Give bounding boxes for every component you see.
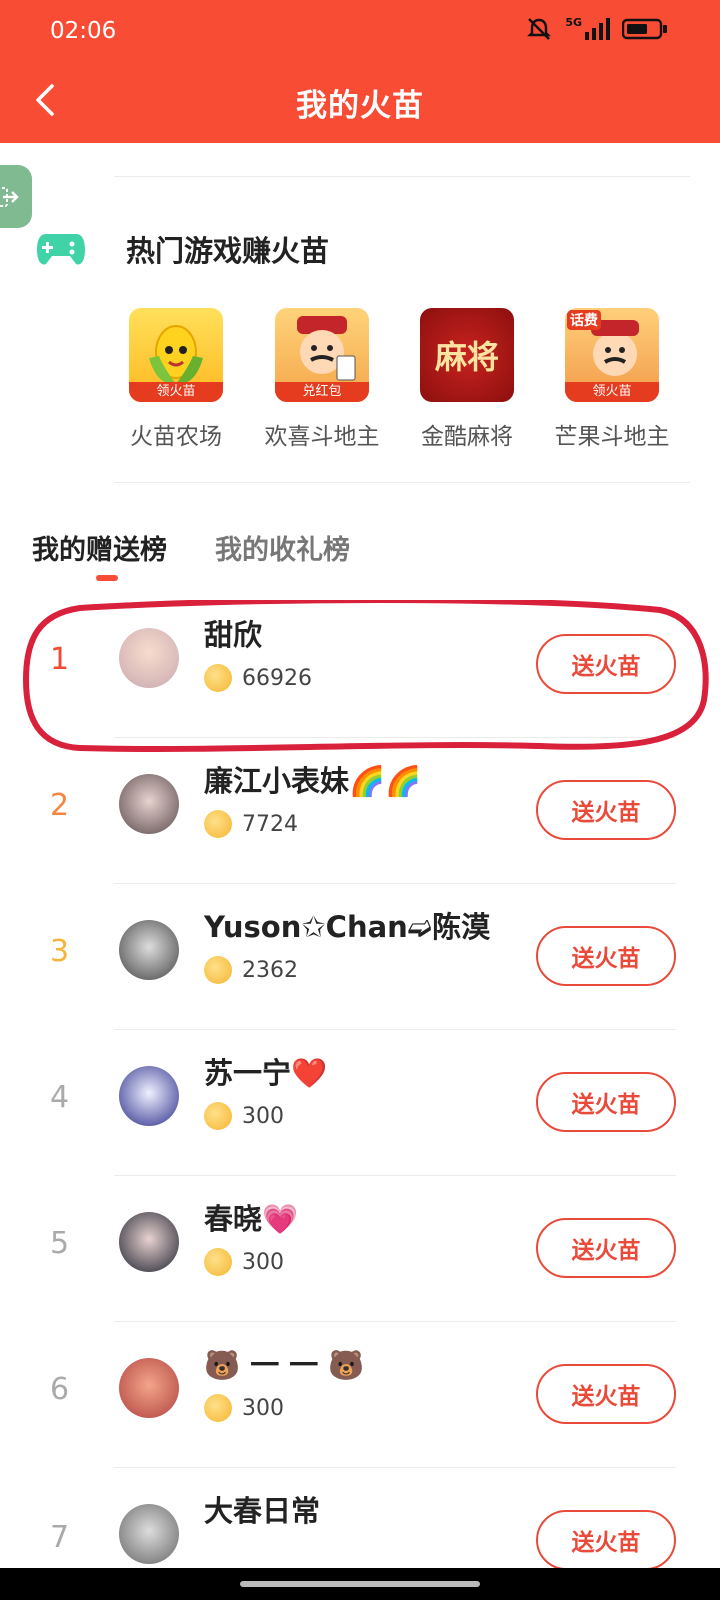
user-name: 春晓💗 xyxy=(204,1202,299,1236)
fire-amount: 300 xyxy=(204,1102,284,1130)
list-item[interactable]: 5 春晓💗 300 送火苗 xyxy=(0,1176,720,1322)
top-bar: 02:06 5G 我的火苗 xyxy=(0,0,720,143)
avatar[interactable] xyxy=(119,774,179,834)
system-nav-bar xyxy=(0,1568,720,1600)
game-tile-farm[interactable]: 领火苗 火苗农场 xyxy=(106,308,246,451)
user-name: 大春日常 xyxy=(204,1494,321,1528)
user-name: Yuson✩Chan➫陈漠 xyxy=(204,910,491,944)
divider xyxy=(114,482,690,483)
game-name: 火苗农场 xyxy=(130,424,222,450)
coin-icon xyxy=(204,1248,232,1276)
list-item[interactable]: 4 苏一宁❤️ 300 送火苗 xyxy=(0,1030,720,1176)
rank-number: 3 xyxy=(50,934,70,969)
signal-icon xyxy=(585,18,610,40)
send-fire-button[interactable]: 送火苗 xyxy=(536,1510,676,1570)
corn-game-icon: 领火苗 xyxy=(129,308,223,402)
send-fire-button[interactable]: 送火苗 xyxy=(536,1218,676,1278)
rank-number: 2 xyxy=(50,788,70,823)
amount-value: 7724 xyxy=(242,811,298,837)
amount-value: 300 xyxy=(242,1395,284,1421)
game-badge: 领火苗 xyxy=(129,382,223,402)
mango-landlord-game-icon: 话费 领火苗 xyxy=(565,308,659,402)
send-fire-button[interactable]: 送火苗 xyxy=(536,634,676,694)
floating-side-tab[interactable] xyxy=(0,165,32,228)
amount-value: 300 xyxy=(242,1249,284,1275)
tab-gift-received[interactable]: 我的收礼榜 xyxy=(215,528,350,567)
game-tile-mahjong[interactable]: 麻将 金酷麻将 xyxy=(397,308,537,451)
avatar[interactable] xyxy=(119,1066,179,1126)
landlord-game-icon: 兑红包 xyxy=(275,308,369,402)
send-fire-button[interactable]: 送火苗 xyxy=(536,1364,676,1424)
rank-number: 6 xyxy=(50,1372,70,1407)
coin-icon xyxy=(204,1102,232,1130)
game-name: 芒果斗地主 xyxy=(554,424,670,450)
rank-number: 5 xyxy=(50,1226,70,1261)
fire-amount: 300 xyxy=(204,1394,284,1422)
list-item[interactable]: 1 甜欣 66926 送火苗 xyxy=(0,592,720,738)
fire-amount: 2362 xyxy=(204,956,298,984)
mute-icon xyxy=(527,18,552,40)
list-item[interactable]: 3 Yuson✩Chan➫陈漠 2362 送火苗 xyxy=(0,884,720,1030)
game-badge: 领火苗 xyxy=(565,382,659,402)
game-badge: 兑红包 xyxy=(275,382,369,402)
ranking-tabs: 我的赠送榜 我的收礼榜 xyxy=(32,528,350,567)
page-title: 我的火苗 xyxy=(296,88,424,124)
fire-amount: 7724 xyxy=(204,810,298,838)
divider xyxy=(114,176,690,177)
coin-icon xyxy=(204,1394,232,1422)
send-fire-button[interactable]: 送火苗 xyxy=(536,926,676,986)
rank-number: 1 xyxy=(50,642,70,677)
gamepad-icon xyxy=(37,234,85,265)
amount-value: 2362 xyxy=(242,957,298,983)
game-name: 金酷麻将 xyxy=(421,424,513,450)
send-fire-button[interactable]: 送火苗 xyxy=(536,780,676,840)
status-time: 02:06 xyxy=(50,18,117,44)
network-type: 5G xyxy=(565,15,582,29)
coin-icon xyxy=(204,810,232,838)
amount-value: 300 xyxy=(242,1103,284,1129)
battery-icon xyxy=(622,18,667,40)
games-title: 热门游戏赚火苗 xyxy=(126,234,330,268)
home-indicator[interactable] xyxy=(240,1581,480,1587)
exit-icon xyxy=(0,186,19,207)
avatar[interactable] xyxy=(119,920,179,980)
rank-number: 7 xyxy=(50,1520,70,1555)
avatar[interactable] xyxy=(119,628,179,688)
status-icons: 5G xyxy=(525,15,668,41)
user-name: 🐻 一 一 🐻 xyxy=(204,1348,365,1382)
avatar[interactable] xyxy=(119,1504,179,1564)
coin-icon xyxy=(204,664,232,692)
mahjong-icon-text: 麻将 xyxy=(434,338,499,376)
coin-icon xyxy=(204,956,232,984)
game-name: 欢喜斗地主 xyxy=(264,424,380,450)
send-fire-button[interactable]: 送火苗 xyxy=(536,1072,676,1132)
active-tab-indicator xyxy=(96,575,118,581)
list-item[interactable]: 2 廉江小表妹🌈🌈 7724 送火苗 xyxy=(0,738,720,884)
avatar[interactable] xyxy=(119,1358,179,1418)
game-corner-label: 话费 xyxy=(567,310,601,330)
amount-value: 66926 xyxy=(242,665,312,691)
game-tile-landlord[interactable]: 兑红包 欢喜斗地主 xyxy=(252,308,392,451)
tab-gift-sent[interactable]: 我的赠送榜 xyxy=(32,528,167,567)
user-name: 苏一宁❤️ xyxy=(204,1056,328,1090)
user-name: 廉江小表妹🌈🌈 xyxy=(204,764,422,798)
fire-amount: 66926 xyxy=(204,664,312,692)
list-item[interactable]: 6 🐻 一 一 🐻 300 送火苗 xyxy=(0,1322,720,1468)
mahjong-game-icon: 麻将 xyxy=(420,308,514,402)
games-section-header: 热门游戏赚火苗 xyxy=(36,228,329,270)
game-tile-mango-landlord[interactable]: 话费 领火苗 芒果斗地主 xyxy=(542,308,682,451)
user-name: 甜欣 xyxy=(204,618,263,652)
avatar[interactable] xyxy=(119,1212,179,1272)
rank-number: 4 xyxy=(50,1080,70,1115)
fire-amount: 300 xyxy=(204,1248,284,1276)
